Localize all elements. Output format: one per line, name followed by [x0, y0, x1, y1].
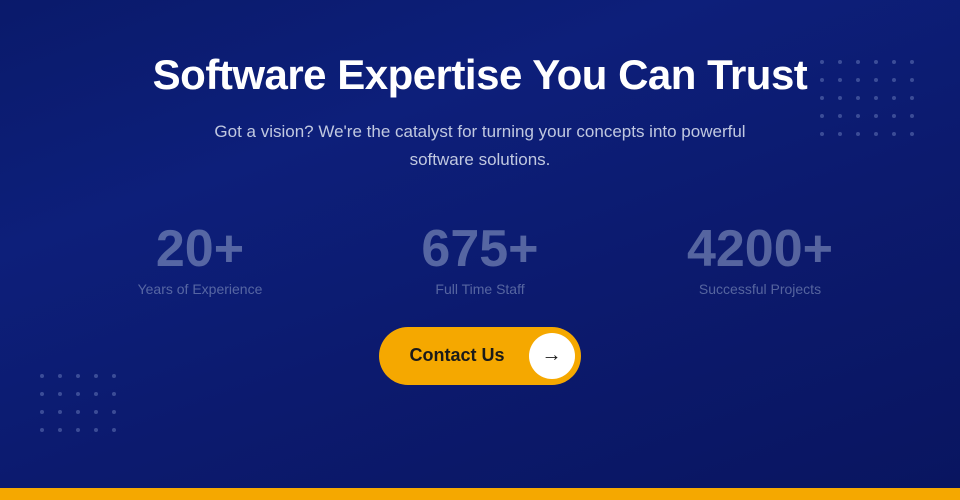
stat-staff: 675+ Full Time Staff [340, 223, 620, 297]
stat-label-staff: Full Time Staff [435, 281, 524, 297]
page-subheading: Got a vision? We're the catalyst for tur… [200, 118, 760, 172]
bottom-accent-bar [0, 488, 960, 500]
arrow-icon: → [529, 333, 575, 379]
stat-projects: 4200+ Successful Projects [620, 223, 900, 297]
dot-grid-top-right [820, 60, 920, 142]
hero-section: Software Expertise You Can Trust Got a v… [0, 0, 960, 488]
stats-row: 20+ Years of Experience 675+ Full Time S… [0, 223, 960, 297]
stat-label-experience: Years of Experience [138, 281, 263, 297]
stat-number-projects: 4200+ [687, 223, 833, 275]
contact-us-button[interactable]: Contact Us → [379, 327, 580, 385]
page-heading: Software Expertise You Can Trust [153, 50, 808, 100]
contact-us-label: Contact Us [379, 345, 528, 366]
stat-number-experience: 20+ [156, 223, 244, 275]
stat-label-projects: Successful Projects [699, 281, 821, 297]
stat-number-staff: 675+ [421, 223, 538, 275]
stat-experience: 20+ Years of Experience [60, 223, 340, 297]
dot-grid-bottom-left [40, 374, 122, 438]
